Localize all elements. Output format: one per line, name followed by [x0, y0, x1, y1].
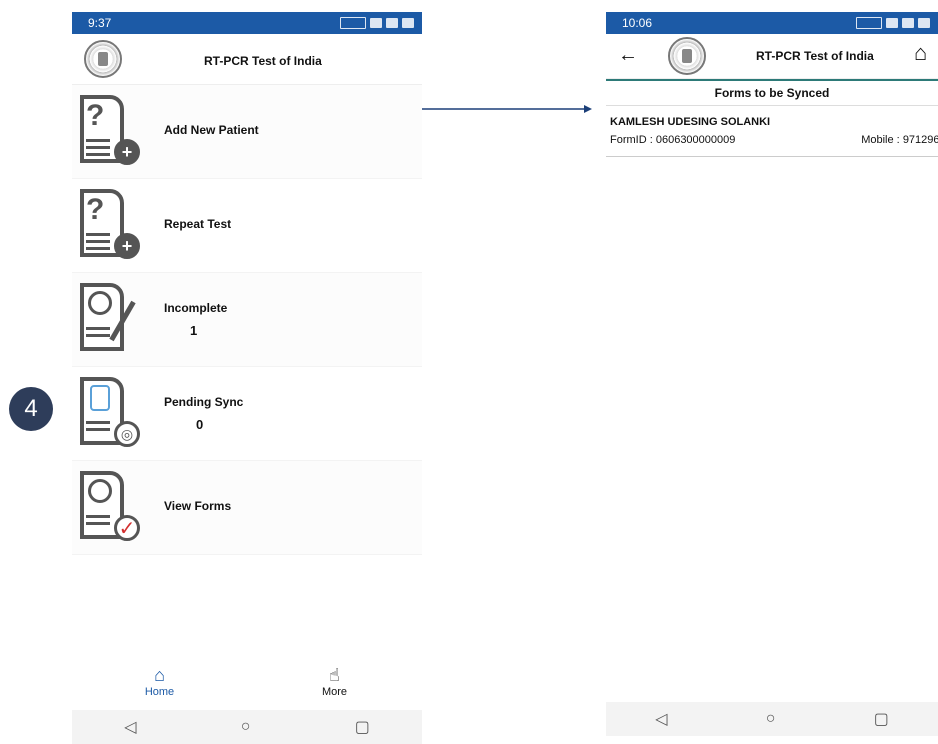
sync-screen: 10:06 ← RT-PCR Test of India ⌂ Forms to … [606, 12, 938, 744]
status-time: 10:06 [622, 16, 653, 30]
repeat-test-icon: ? + [80, 189, 140, 259]
main-menu: ? + Add New Patient ? + Repeat Test Inco… [72, 85, 422, 555]
app-title: RT-PCR Test of India [204, 54, 322, 68]
back-triangle-icon[interactable]: ◁ [655, 709, 667, 729]
status-icons [340, 17, 414, 29]
menu-item-pending-sync[interactable]: ◎ Pending Sync 0 [72, 367, 422, 461]
battery-icon [918, 18, 930, 28]
recents-square-icon[interactable]: ▢ [874, 709, 889, 729]
menu-item-label: Repeat Test [164, 217, 232, 231]
home-circle-icon[interactable]: ○ [766, 710, 776, 728]
section-title: Forms to be Synced [606, 79, 938, 106]
signal-icon [902, 18, 914, 28]
list-item[interactable]: KAMLESH UDESING SOLANKI FormID : 0606300… [606, 106, 938, 157]
menu-item-label: Pending Sync [164, 395, 244, 409]
app-header: RT-PCR Test of India [72, 34, 422, 85]
formid-label: FormID : [610, 134, 653, 146]
step-number-badge: 4 [9, 387, 53, 431]
tab-label: Home [144, 686, 175, 698]
mobile-value: 9712967530 [902, 134, 938, 146]
menu-item-view-forms[interactable]: ✓ View Forms [72, 461, 422, 555]
vibrate-icon [370, 18, 382, 28]
signal-icon [386, 18, 398, 28]
formid-value: 0606300000009 [655, 134, 736, 146]
home-outline-icon[interactable]: ⌂ [914, 40, 927, 66]
menu-item-label: View Forms [164, 499, 232, 513]
emblem-logo-icon [84, 40, 122, 78]
app-title: RT-PCR Test of India [756, 49, 874, 63]
android-nav-bar: ◁ ○ ▢ [606, 702, 938, 736]
incomplete-form-icon [80, 283, 138, 353]
record-details: FormID : 0606300000009 Mobile : 97129675… [610, 134, 938, 146]
menu-item-add-new-patient[interactable]: ? + Add New Patient [72, 85, 422, 179]
view-forms-icon: ✓ [80, 471, 140, 541]
mobile-label: Mobile : [861, 134, 900, 146]
mobile-field: Mobile : 9712967530 [861, 134, 938, 146]
menu-item-incomplete[interactable]: Incomplete 1 [72, 273, 422, 367]
tab-more[interactable]: ☝ More [247, 660, 422, 704]
add-patient-icon: ? + [80, 95, 140, 165]
recents-square-icon[interactable]: ▢ [355, 717, 370, 737]
status-bar: 9:37 [72, 12, 422, 34]
volte-icon [340, 17, 366, 29]
bottom-tab-bar: ⌂ Home ☝ More [72, 660, 422, 704]
app-header: ← RT-PCR Test of India ⌂ [606, 34, 938, 79]
menu-item-label: Incomplete [164, 301, 228, 315]
back-arrow-icon[interactable]: ← [618, 44, 638, 67]
emblem-logo-icon [668, 37, 706, 75]
vibrate-icon [886, 18, 898, 28]
status-icons [856, 17, 930, 29]
formid-field: FormID : 0606300000009 [610, 134, 735, 146]
tab-home[interactable]: ⌂ Home [72, 660, 247, 704]
volte-icon [856, 17, 882, 29]
pending-sync-count: 0 [196, 417, 204, 432]
tab-label: More [321, 686, 348, 698]
status-time: 9:37 [88, 16, 112, 30]
menu-item-repeat-test[interactable]: ? + Repeat Test [72, 179, 422, 273]
home-circle-icon[interactable]: ○ [241, 718, 251, 736]
incomplete-count: 1 [190, 323, 198, 338]
menu-item-label: Add New Patient [164, 123, 259, 137]
hand-pointer-icon: ☝ [329, 665, 340, 685]
home-screen: 9:37 RT-PCR Test of India ? + Add New Pa… [72, 12, 422, 744]
patient-name: KAMLESH UDESING SOLANKI [610, 116, 771, 128]
android-nav-bar: ◁ ○ ▢ [72, 710, 422, 744]
pending-sync-icon: ◎ [80, 377, 140, 447]
back-triangle-icon[interactable]: ◁ [124, 717, 136, 737]
status-bar: 10:06 [606, 12, 938, 34]
home-icon: ⌂ [154, 665, 165, 685]
battery-icon [402, 18, 414, 28]
